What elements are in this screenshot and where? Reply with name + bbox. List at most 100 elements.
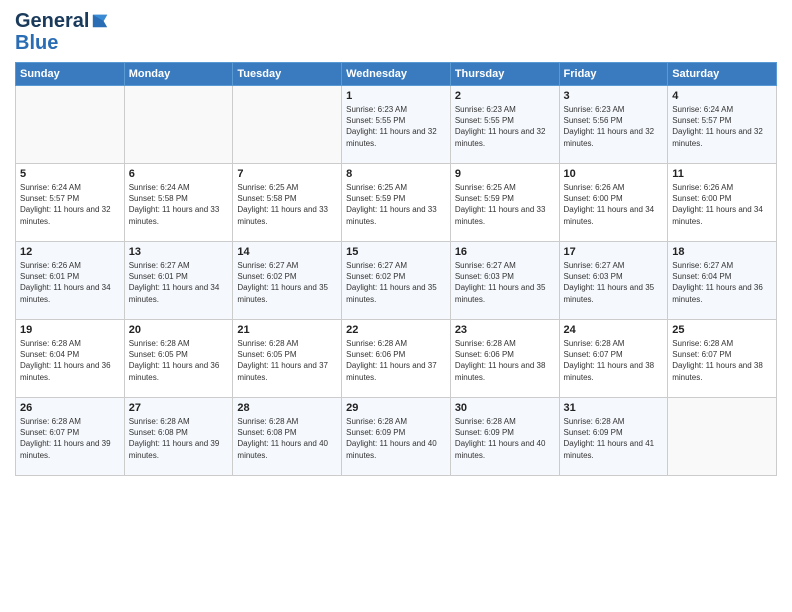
calendar-cell: 10 Sunrise: 6:26 AMSunset: 6:00 PMDayligh… bbox=[559, 164, 668, 242]
calendar-week-row: 5Sunrise: 6:24 AMSunset: 5:57 PMDaylight… bbox=[16, 164, 777, 242]
calendar-cell bbox=[668, 398, 777, 476]
cell-info: Sunrise: 6:27 AMSunset: 6:01 PMDaylight:… bbox=[129, 260, 229, 305]
cell-info: Sunrise: 6:25 AMSunset: 5:59 PMDaylight:… bbox=[455, 182, 555, 227]
calendar-cell: 3Sunrise: 6:23 AMSunset: 5:56 PMDaylight… bbox=[559, 86, 668, 164]
day-number: 19 bbox=[20, 324, 120, 336]
day-number: 26 bbox=[20, 402, 120, 414]
cell-info: Sunrise: 6:26 AMSunset: 6:01 PMDaylight:… bbox=[20, 260, 120, 305]
day-number: 21 bbox=[237, 324, 337, 336]
day-number: 3 bbox=[564, 90, 664, 102]
calendar-cell bbox=[16, 86, 125, 164]
day-number: 4 bbox=[672, 90, 772, 102]
day-number: 2 bbox=[455, 90, 555, 102]
cell-info: Sunrise: 6:28 AMSunset: 6:05 PMDaylight:… bbox=[237, 338, 337, 383]
day-number: 9 bbox=[455, 168, 555, 180]
day-number: 15 bbox=[346, 246, 446, 258]
calendar-cell: 4 Sunrise: 6:24 AMSunset: 5:57 PMDaylight… bbox=[668, 86, 777, 164]
header-thursday: Thursday bbox=[450, 63, 559, 86]
calendar-week-row: 12 Sunrise: 6:26 AMSunset: 6:01 PMDayligh… bbox=[16, 242, 777, 320]
calendar-cell: 8 Sunrise: 6:25 AMSunset: 5:59 PMDaylight… bbox=[342, 164, 451, 242]
calendar-cell: 21 Sunrise: 6:28 AMSunset: 6:05 PMDayligh… bbox=[233, 320, 342, 398]
day-number: 7 bbox=[237, 168, 337, 180]
cell-info: Sunrise: 6:25 AMSunset: 5:59 PMDaylight:… bbox=[346, 182, 446, 227]
calendar-week-row: 1 Sunrise: 6:23 AMSunset: 5:55 PMDaylight… bbox=[16, 86, 777, 164]
day-number: 18 bbox=[672, 246, 772, 258]
day-number: 10 bbox=[564, 168, 664, 180]
calendar-header-row: SundayMondayTuesdayWednesdayThursdayFrid… bbox=[16, 63, 777, 86]
calendar-cell: 24Sunrise: 6:28 AMSunset: 6:07 PMDayligh… bbox=[559, 320, 668, 398]
calendar-cell: 22 Sunrise: 6:28 AMSunset: 6:06 PMDayligh… bbox=[342, 320, 451, 398]
calendar-cell: 13 Sunrise: 6:27 AMSunset: 6:01 PMDayligh… bbox=[124, 242, 233, 320]
day-number: 22 bbox=[346, 324, 446, 336]
day-number: 5 bbox=[20, 168, 120, 180]
cell-info: Sunrise: 6:28 AMSunset: 6:09 PMDaylight:… bbox=[564, 416, 664, 461]
day-number: 20 bbox=[129, 324, 229, 336]
calendar-cell: 5Sunrise: 6:24 AMSunset: 5:57 PMDaylight… bbox=[16, 164, 125, 242]
day-number: 30 bbox=[455, 402, 555, 414]
cell-info: Sunrise: 6:28 AMSunset: 6:06 PMDaylight:… bbox=[455, 338, 555, 383]
cell-info: Sunrise: 6:27 AMSunset: 6:03 PMDaylight:… bbox=[455, 260, 555, 305]
calendar-cell: 28Sunrise: 6:28 AMSunset: 6:08 PMDayligh… bbox=[233, 398, 342, 476]
logo-text-blue: Blue bbox=[15, 32, 58, 54]
calendar-cell: 14 Sunrise: 6:27 AMSunset: 6:02 PMDayligh… bbox=[233, 242, 342, 320]
cell-info: Sunrise: 6:27 AMSunset: 6:02 PMDaylight:… bbox=[237, 260, 337, 305]
header-monday: Monday bbox=[124, 63, 233, 86]
cell-info: Sunrise: 6:26 AMSunset: 6:00 PMDaylight:… bbox=[564, 182, 664, 227]
day-number: 27 bbox=[129, 402, 229, 414]
calendar-cell: 18 Sunrise: 6:27 AMSunset: 6:04 PMDayligh… bbox=[668, 242, 777, 320]
day-number: 14 bbox=[237, 246, 337, 258]
day-number: 17 bbox=[564, 246, 664, 258]
day-number: 28 bbox=[237, 402, 337, 414]
cell-info: Sunrise: 6:28 AMSunset: 6:07 PMDaylight:… bbox=[672, 338, 772, 383]
day-number: 6 bbox=[129, 168, 229, 180]
logo: General Blue bbox=[15, 10, 109, 54]
day-number: 24 bbox=[564, 324, 664, 336]
calendar-cell: 31Sunrise: 6:28 AMSunset: 6:09 PMDayligh… bbox=[559, 398, 668, 476]
cell-info: Sunrise: 6:23 AMSunset: 5:55 PMDaylight:… bbox=[346, 104, 446, 149]
cell-info: Sunrise: 6:27 AMSunset: 6:03 PMDaylight:… bbox=[564, 260, 664, 305]
cell-info: Sunrise: 6:25 AMSunset: 5:58 PMDaylight:… bbox=[237, 182, 337, 227]
calendar-cell: 2Sunrise: 6:23 AMSunset: 5:55 PMDaylight… bbox=[450, 86, 559, 164]
calendar-cell: 30Sunrise: 6:28 AMSunset: 6:09 PMDayligh… bbox=[450, 398, 559, 476]
cell-info: Sunrise: 6:24 AMSunset: 5:57 PMDaylight:… bbox=[672, 104, 772, 149]
day-number: 13 bbox=[129, 246, 229, 258]
calendar-cell: 15 Sunrise: 6:27 AMSunset: 6:02 PMDayligh… bbox=[342, 242, 451, 320]
day-number: 8 bbox=[346, 168, 446, 180]
header-friday: Friday bbox=[559, 63, 668, 86]
calendar-cell: 29Sunrise: 6:28 AMSunset: 6:09 PMDayligh… bbox=[342, 398, 451, 476]
page-container: General Blue SundayMondayTuesdayWednesda… bbox=[0, 0, 792, 486]
calendar-cell: 9 Sunrise: 6:25 AMSunset: 5:59 PMDaylight… bbox=[450, 164, 559, 242]
day-number: 12 bbox=[20, 246, 120, 258]
logo-flag-icon bbox=[91, 12, 109, 30]
calendar-cell: 12 Sunrise: 6:26 AMSunset: 6:01 PMDayligh… bbox=[16, 242, 125, 320]
calendar-week-row: 19 Sunrise: 6:28 AMSunset: 6:04 PMDayligh… bbox=[16, 320, 777, 398]
calendar-cell: 20Sunrise: 6:28 AMSunset: 6:05 PMDayligh… bbox=[124, 320, 233, 398]
day-number: 16 bbox=[455, 246, 555, 258]
cell-info: Sunrise: 6:28 AMSunset: 6:07 PMDaylight:… bbox=[20, 416, 120, 461]
header-tuesday: Tuesday bbox=[233, 63, 342, 86]
calendar-week-row: 26 Sunrise: 6:28 AMSunset: 6:07 PMDayligh… bbox=[16, 398, 777, 476]
calendar-cell bbox=[233, 86, 342, 164]
calendar-cell: 27Sunrise: 6:28 AMSunset: 6:08 PMDayligh… bbox=[124, 398, 233, 476]
calendar-cell: 17 Sunrise: 6:27 AMSunset: 6:03 PMDayligh… bbox=[559, 242, 668, 320]
day-number: 1 bbox=[346, 90, 446, 102]
header-saturday: Saturday bbox=[668, 63, 777, 86]
cell-info: Sunrise: 6:24 AMSunset: 5:58 PMDaylight:… bbox=[129, 182, 229, 227]
calendar-cell: 25 Sunrise: 6:28 AMSunset: 6:07 PMDayligh… bbox=[668, 320, 777, 398]
logo-text-general: General bbox=[15, 10, 89, 32]
header-sunday: Sunday bbox=[16, 63, 125, 86]
header-wednesday: Wednesday bbox=[342, 63, 451, 86]
calendar-cell: 6 Sunrise: 6:24 AMSunset: 5:58 PMDaylight… bbox=[124, 164, 233, 242]
cell-info: Sunrise: 6:28 AMSunset: 6:06 PMDaylight:… bbox=[346, 338, 446, 383]
day-number: 25 bbox=[672, 324, 772, 336]
cell-info: Sunrise: 6:27 AMSunset: 6:02 PMDaylight:… bbox=[346, 260, 446, 305]
cell-info: Sunrise: 6:27 AMSunset: 6:04 PMDaylight:… bbox=[672, 260, 772, 305]
calendar-cell: 11 Sunrise: 6:26 AMSunset: 6:00 PMDayligh… bbox=[668, 164, 777, 242]
calendar-cell bbox=[124, 86, 233, 164]
calendar-cell: 7 Sunrise: 6:25 AMSunset: 5:58 PMDaylight… bbox=[233, 164, 342, 242]
calendar-cell: 1 Sunrise: 6:23 AMSunset: 5:55 PMDaylight… bbox=[342, 86, 451, 164]
calendar-table: SundayMondayTuesdayWednesdayThursdayFrid… bbox=[15, 62, 777, 476]
cell-info: Sunrise: 6:26 AMSunset: 6:00 PMDaylight:… bbox=[672, 182, 772, 227]
day-number: 11 bbox=[672, 168, 772, 180]
cell-info: Sunrise: 6:28 AMSunset: 6:04 PMDaylight:… bbox=[20, 338, 120, 383]
